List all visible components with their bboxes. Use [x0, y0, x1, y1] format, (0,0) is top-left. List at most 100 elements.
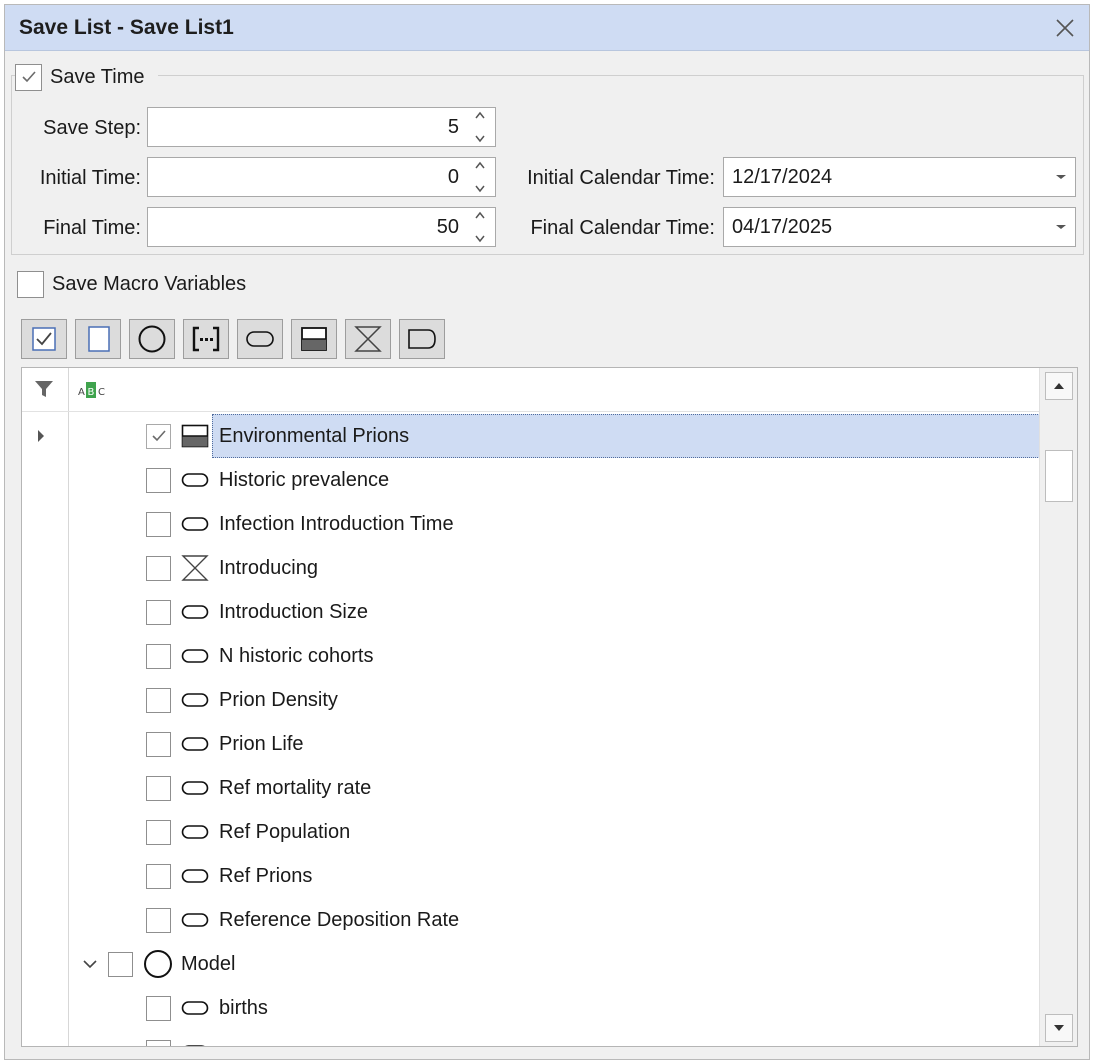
dropdown-button[interactable]: [1055, 158, 1067, 196]
final-calendar-label: Final Calendar Time:: [530, 217, 715, 239]
connector-filter-button[interactable]: [399, 319, 445, 359]
close-icon: [1056, 19, 1074, 37]
initial-calendar-combo[interactable]: 12/17/2024: [723, 157, 1076, 197]
row-label: births: [219, 996, 268, 1019]
tree-row[interactable]: Environmental Prions: [146, 414, 409, 458]
close-button[interactable]: [1051, 14, 1079, 42]
save-step-field[interactable]: 5: [147, 107, 496, 147]
tree-row[interactable]: Infection Introduction Time: [146, 502, 454, 546]
spin-up-icon[interactable]: [474, 161, 486, 169]
check-icon: [21, 71, 36, 83]
stock-icon: [181, 424, 211, 448]
row-checkbox[interactable]: [146, 819, 171, 845]
text-filter-icon[interactable]: ABC: [77, 381, 111, 405]
tree-row[interactable]: Prion Life: [146, 722, 304, 766]
variable-icon: [181, 600, 211, 624]
row-checkbox[interactable]: [146, 731, 171, 757]
array-filter-button[interactable]: [183, 319, 229, 359]
tree-row[interactable]: Ref mortality rate: [146, 766, 371, 810]
initial-calendar-value: 12/17/2024: [732, 166, 833, 188]
flow-icon: [181, 555, 211, 581]
tree-row[interactable]: Introduction Size: [146, 590, 368, 634]
scroll-down-button[interactable]: [1045, 1014, 1073, 1042]
current-row-indicator: [36, 426, 46, 449]
title-bar: Save List - Save List1: [5, 5, 1089, 51]
initial-calendar-label: Initial Calendar Time:: [527, 167, 715, 189]
row-checkbox[interactable]: [146, 555, 171, 581]
save-time-checkbox[interactable]: [15, 63, 42, 91]
uncheck-all-button[interactable]: [75, 319, 121, 359]
row-label: Infection Introduction Time: [219, 512, 454, 535]
final-calendar-value: 04/17/2025: [732, 216, 833, 238]
svg-text:C: C: [98, 387, 105, 398]
tree-row[interactable]: births: [146, 986, 268, 1030]
row-checkbox[interactable]: [146, 599, 171, 625]
row-checkbox[interactable]: [146, 775, 171, 801]
stock-filter-button[interactable]: [291, 319, 337, 359]
filter-icon[interactable]: [34, 380, 54, 404]
dropdown-button[interactable]: [1055, 208, 1067, 246]
check-all-button[interactable]: [21, 319, 67, 359]
flow-filter-button[interactable]: [345, 319, 391, 359]
spin-up-icon[interactable]: [474, 111, 486, 119]
final-calendar-combo[interactable]: 04/17/2025: [723, 207, 1076, 247]
row-label: Model: [181, 952, 236, 975]
spin-up-icon[interactable]: [474, 211, 486, 219]
module-filter-button[interactable]: [129, 319, 175, 359]
tree-row[interactable]: Ref Prions: [146, 854, 312, 898]
vertical-scrollbar[interactable]: [1039, 368, 1077, 1046]
row-checkbox[interactable]: [146, 511, 171, 537]
scroll-thumb[interactable]: [1045, 450, 1073, 502]
chevron-down-icon[interactable]: [82, 959, 108, 969]
final-time-field[interactable]: 50: [147, 207, 496, 247]
row-checkbox[interactable]: [146, 863, 171, 889]
row-checkbox[interactable]: [146, 687, 171, 713]
tree-row[interactable]: Historic prevalence: [146, 458, 389, 502]
array-icon: [192, 326, 220, 352]
tree-row[interactable]: Introducing: [146, 546, 318, 590]
dialog-title: Save List - Save List1: [19, 16, 234, 39]
save-macro-row: Save Macro Variables: [17, 271, 246, 298]
tree-module-row[interactable]: Model: [82, 942, 235, 986]
save-macro-checkbox[interactable]: [17, 271, 44, 298]
tree-row[interactable]: N historic cohorts: [146, 634, 374, 678]
module-icon: [138, 325, 166, 353]
row-label: Prion Density: [219, 688, 338, 711]
row-checkbox[interactable]: [146, 423, 171, 449]
row-checkbox[interactable]: [146, 643, 171, 669]
variable-icon: [181, 996, 211, 1020]
final-time-spinner[interactable]: [471, 211, 489, 243]
row-checkbox[interactable]: [146, 467, 171, 493]
variable-tree: ABC Environmental Prions Historic prevale…: [21, 367, 1078, 1047]
variable-icon: [181, 864, 211, 888]
initial-time-label: Initial Time:: [39, 167, 141, 189]
tree-row[interactable]: Ref Population: [146, 810, 350, 854]
initial-time-field[interactable]: 0: [147, 157, 496, 197]
tree-filter-row: ABC: [22, 368, 1039, 412]
initial-time-spinner[interactable]: [471, 161, 489, 193]
row-checkbox[interactable]: [146, 995, 171, 1021]
filter-toolbar: [21, 319, 445, 359]
module-icon: [143, 950, 173, 978]
spin-down-icon[interactable]: [474, 185, 486, 193]
row-label: Introducing: [219, 556, 318, 579]
row-checkbox[interactable]: [146, 907, 171, 933]
save-step-spinner[interactable]: [471, 111, 489, 143]
tree-row-partial[interactable]: [146, 1030, 219, 1046]
variable-icon: [246, 331, 274, 347]
variable-icon: [181, 820, 211, 844]
tree-row[interactable]: Reference Deposition Rate: [146, 898, 459, 942]
row-label: Introduction Size: [219, 600, 368, 623]
row-checkbox[interactable]: [146, 1039, 171, 1046]
tree-row[interactable]: Prion Density: [146, 678, 338, 722]
spin-down-icon[interactable]: [474, 135, 486, 143]
row-checkbox[interactable]: [108, 951, 133, 977]
row-label: Prion Life: [219, 732, 304, 755]
scroll-up-button[interactable]: [1045, 372, 1073, 400]
save-time-label: Save Time: [50, 65, 145, 88]
spin-down-icon[interactable]: [474, 235, 486, 243]
save-macro-label: Save Macro Variables: [52, 273, 247, 295]
variable-filter-button[interactable]: [237, 319, 283, 359]
chevron-down-icon: [1056, 225, 1066, 229]
variable-icon: [181, 644, 211, 668]
